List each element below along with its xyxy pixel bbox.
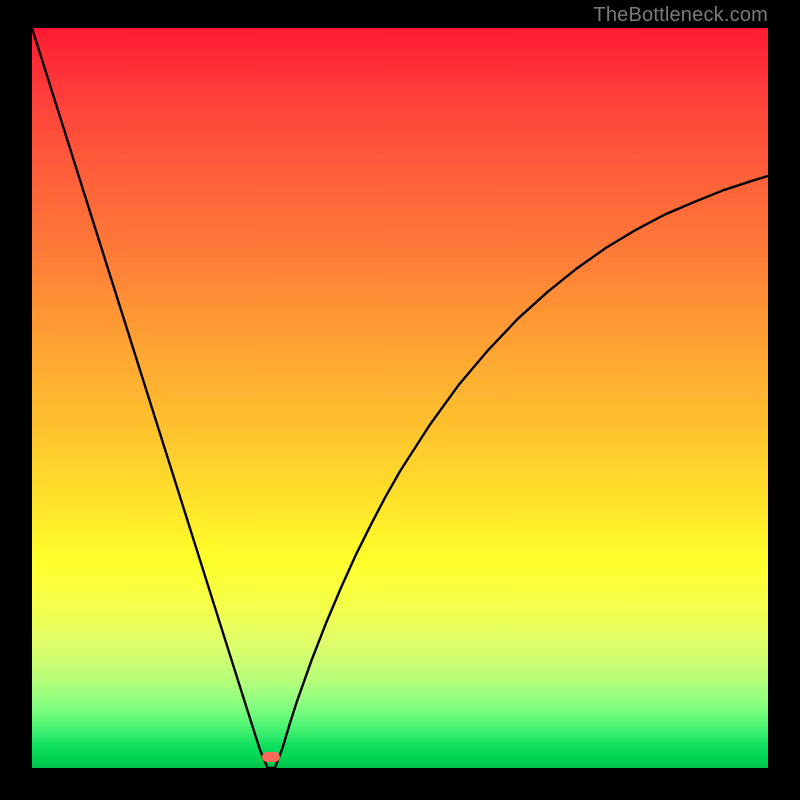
bottleneck-curve bbox=[32, 28, 768, 768]
plot-area bbox=[32, 28, 768, 768]
attribution-text: TheBottleneck.com bbox=[593, 4, 768, 27]
dip-marker bbox=[262, 752, 280, 762]
chart-frame: TheBottleneck.com bbox=[0, 0, 800, 800]
